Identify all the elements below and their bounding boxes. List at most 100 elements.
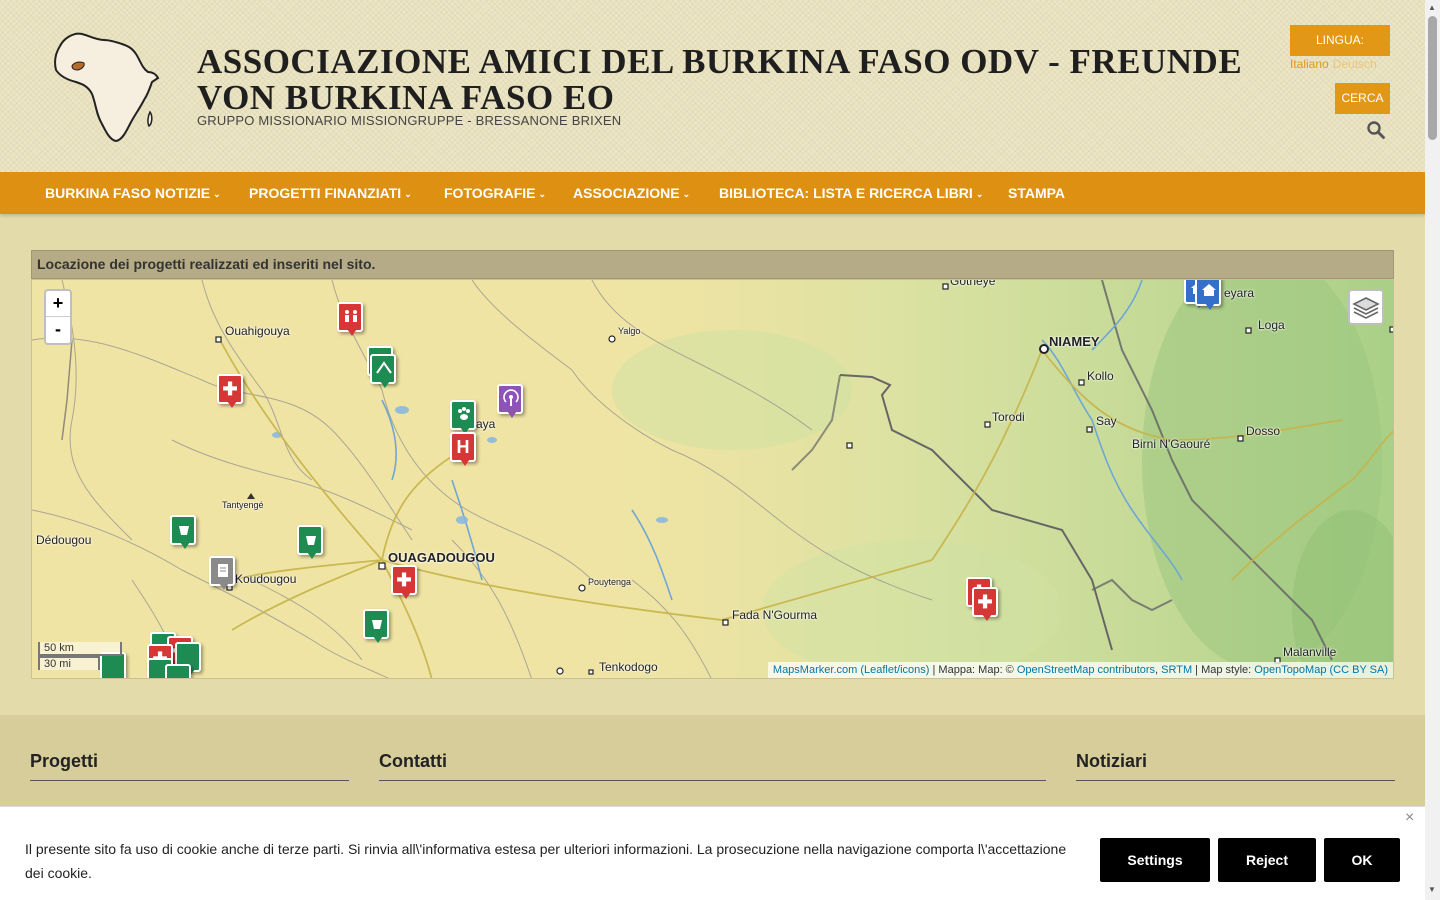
- map-marker-hospital[interactable]: H: [450, 432, 476, 466]
- chevron-down-icon: ⌄: [538, 189, 547, 199]
- map-marker-health[interactable]: ✚: [217, 374, 243, 408]
- map-label-niamey: NIAMEY: [1049, 334, 1100, 349]
- site-header: ASSOCIAZIONE AMICI DEL BURKINA FASO ODV …: [0, 0, 1425, 172]
- map-label-ouagadougou: OUAGADOUGOU: [388, 550, 495, 565]
- nav-label: BURKINA FASO NOTIZIE: [45, 185, 211, 201]
- map-label-pouytenga: Pouytenga: [588, 577, 632, 587]
- map-marker-health[interactable]: ✚: [972, 587, 998, 621]
- chevron-down-icon: ⌄: [404, 189, 412, 199]
- map-label-tillabery: eyara: [1224, 286, 1255, 300]
- lang-deutsch-link[interactable]: Deutsch: [1333, 57, 1377, 71]
- map-label-ouahigouya: Ouahigouya: [225, 324, 290, 338]
- scroll-down-arrow[interactable]: ▼: [1428, 885, 1436, 894]
- hospital-icon: H: [456, 437, 470, 457]
- scroll-thumb[interactable]: [1428, 16, 1437, 140]
- map-marker-health[interactable]: ✚: [391, 565, 417, 599]
- attrib-style: | Map style:: [1192, 664, 1255, 676]
- nav-label: FOTOGRAFIE: [444, 185, 536, 201]
- map-marker-library[interactable]: [209, 556, 235, 590]
- cookie-reject-button[interactable]: Reject: [1218, 838, 1316, 882]
- map-label-say: Say: [1096, 414, 1117, 428]
- layers-button[interactable]: [1348, 289, 1384, 325]
- cross-icon: ✚: [222, 379, 238, 399]
- nav-item-associazione[interactable]: ASSOCIAZIONE ⌄: [573, 172, 690, 214]
- projects-map[interactable]: Ouahigouya Yalgo Kaya Gotheye NIAMEY Kol…: [31, 279, 1394, 679]
- attrib-mappa: | Mappa: Map: ©: [929, 664, 1017, 676]
- map-label-yalgo: Yalgo: [618, 326, 641, 336]
- osm-link[interactable]: OpenStreetMap contributors: [1017, 664, 1155, 676]
- nav-label: STAMPA: [1008, 185, 1066, 201]
- main-navigation: BURKINA FASO NOTIZIE ⌄ PROGETTI FINANZIAT…: [0, 172, 1425, 214]
- footer-column-progetti: Progetti: [30, 751, 349, 781]
- nav-item-stampa[interactable]: STAMPA: [1008, 172, 1065, 214]
- map-marker-water[interactable]: [297, 525, 323, 559]
- bucket-icon: [372, 620, 382, 629]
- nav-label: ASSOCIAZIONE: [573, 185, 680, 201]
- zoom-control: + -: [44, 289, 72, 345]
- document-icon: [218, 564, 228, 577]
- page-scrollbar[interactable]: ▲ ▼: [1425, 0, 1440, 900]
- school-icon: [1202, 284, 1216, 296]
- leaflet-link[interactable]: Leaflet: [864, 664, 897, 676]
- ccbysa-link[interactable]: (CC BY SA): [1330, 664, 1388, 676]
- cookie-settings-button[interactable]: Settings: [1100, 838, 1210, 882]
- map-label-tantyenge: Tantyengé: [222, 500, 264, 510]
- scale-km: 50 km: [38, 642, 122, 656]
- srtm-link[interactable]: SRTM: [1161, 664, 1192, 676]
- zoom-out-button[interactable]: -: [46, 317, 70, 343]
- paw-icon: [458, 407, 470, 420]
- map-terrain[interactable]: [32, 280, 1394, 679]
- nav-item-burkina-faso-notizie[interactable]: BURKINA FASO NOTIZIE ⌄: [45, 172, 221, 214]
- cookie-ok-button[interactable]: OK: [1324, 838, 1400, 882]
- map-marker-animals[interactable]: [450, 400, 476, 434]
- map-title: Locazione dei progetti realizzati ed ins…: [31, 250, 1394, 279]
- map-label-malanville: Malanville: [1283, 645, 1337, 659]
- close-icon[interactable]: ×: [1405, 809, 1414, 827]
- footer-heading: Notiziari: [1076, 751, 1395, 781]
- map-attribution: MapsMarker.com (Leaflet/icons) | Mappa: …: [767, 662, 1393, 678]
- map-marker-radio[interactable]: [497, 384, 523, 418]
- map-marker-water[interactable]: [170, 515, 196, 549]
- scroll-up-arrow[interactable]: ▲: [1428, 3, 1436, 12]
- map-label-torodi: Torodi: [992, 410, 1025, 424]
- map-marker-agriculture[interactable]: [370, 354, 396, 388]
- map-label-dedougou: Dédougou: [36, 533, 92, 547]
- map-label-fada: Fada N'Gourma: [732, 608, 817, 622]
- map-label-loga: Loga: [1258, 318, 1285, 332]
- chevron-down-icon: ⌄: [975, 189, 984, 199]
- nav-item-biblioteca[interactable]: BIBLIOTECA: LISTA E RICERCA LIBRI ⌄: [719, 172, 983, 214]
- site-subtitle: GRUPPO MISSIONARIO MISSIONGRUPPE - BRESS…: [197, 113, 622, 128]
- map-marker-school[interactable]: [1195, 280, 1221, 310]
- map-label-tenkodogo: Tenkodogo: [599, 660, 658, 674]
- cookie-banner: × Il presente sito fa uso di cookie anch…: [0, 806, 1425, 900]
- icons-link[interactable]: icons: [900, 664, 926, 676]
- search-icon[interactable]: [1367, 121, 1385, 139]
- scale-mi: 30 mi: [38, 656, 100, 670]
- chevron-down-icon: ⌄: [682, 189, 691, 199]
- mapsmarker-link[interactable]: MapsMarker.com: [773, 664, 857, 676]
- zoom-in-button[interactable]: +: [46, 291, 70, 317]
- footer-heading: Contatti: [379, 751, 1046, 781]
- map-label-kollo: Kollo: [1087, 369, 1114, 383]
- language-button[interactable]: LINGUA:: [1290, 25, 1390, 56]
- site-title[interactable]: ASSOCIAZIONE AMICI DEL BURKINA FASO ODV …: [197, 44, 1257, 116]
- irrigation-icon: [376, 361, 392, 374]
- map-marker-water[interactable]: [165, 664, 191, 678]
- map-label-koudougou: Koudougou: [235, 572, 297, 586]
- nav-item-progetti-finanziati[interactable]: PROGETTI FINANZIATI ⌄: [249, 172, 412, 214]
- nav-item-fotografie[interactable]: FOTOGRAFIE ⌄: [444, 172, 546, 214]
- layers-icon: [1352, 297, 1380, 319]
- lang-italiano-link[interactable]: Italiano: [1290, 57, 1329, 71]
- cross-icon: ✚: [396, 570, 412, 590]
- language-links: Italiano Deutsch: [1290, 57, 1377, 71]
- nav-label: PROGETTI FINANZIATI: [249, 185, 402, 201]
- attrib-sep: (: [857, 664, 864, 676]
- map-marker-orphanage[interactable]: [337, 302, 363, 336]
- africa-map-logo[interactable]: [52, 28, 160, 144]
- footer-column-contatti: Contatti: [379, 751, 1046, 781]
- search-button[interactable]: CERCA: [1335, 83, 1390, 114]
- footer-column-notiziari: Notiziari: [1076, 751, 1395, 781]
- map-marker-water[interactable]: [363, 609, 389, 643]
- opentopomap-link[interactable]: OpenTopoMap: [1254, 664, 1326, 676]
- map-scale: 50 km 30 mi: [38, 642, 122, 670]
